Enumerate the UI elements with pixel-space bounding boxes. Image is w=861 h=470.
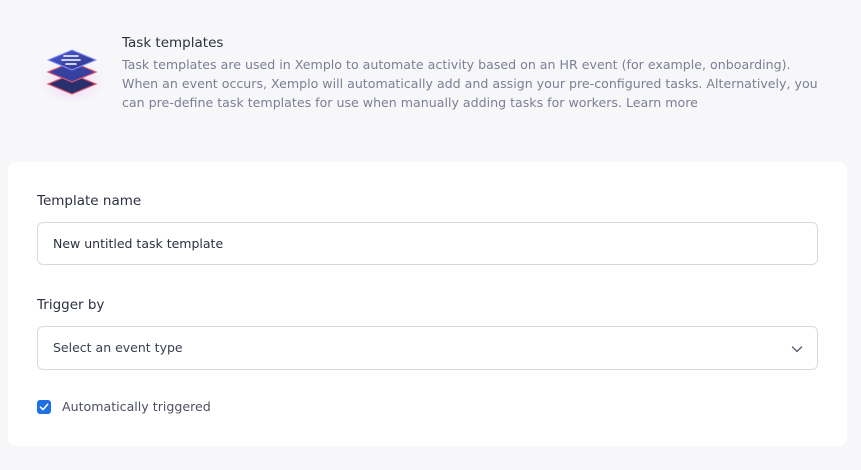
template-name-input[interactable] — [37, 222, 818, 265]
header-text: Task templates Task templates are used i… — [122, 34, 827, 112]
event-type-select[interactable]: Select an event type — [37, 326, 818, 370]
auto-trigger-checkbox[interactable] — [37, 400, 51, 414]
checkmark-icon — [39, 403, 49, 411]
description-text: Task templates are used in Xemplo to aut… — [122, 57, 818, 110]
chevron-down-icon — [791, 346, 803, 353]
auto-trigger-label: Automatically triggered — [62, 399, 211, 414]
page-title: Task templates — [122, 35, 224, 51]
page-header: Task templates Task templates are used i… — [0, 0, 861, 160]
learn-more-link[interactable]: Learn more — [626, 95, 698, 110]
event-type-select-value: Select an event type — [53, 340, 183, 355]
template-form-card: Template name Trigger by Select an event… — [8, 162, 847, 446]
page-description: Task templates are used in Xemplo to aut… — [122, 55, 827, 112]
trigger-by-label: Trigger by — [37, 297, 105, 313]
layers-stack-icon — [38, 49, 106, 102]
template-name-label: Template name — [37, 193, 142, 209]
